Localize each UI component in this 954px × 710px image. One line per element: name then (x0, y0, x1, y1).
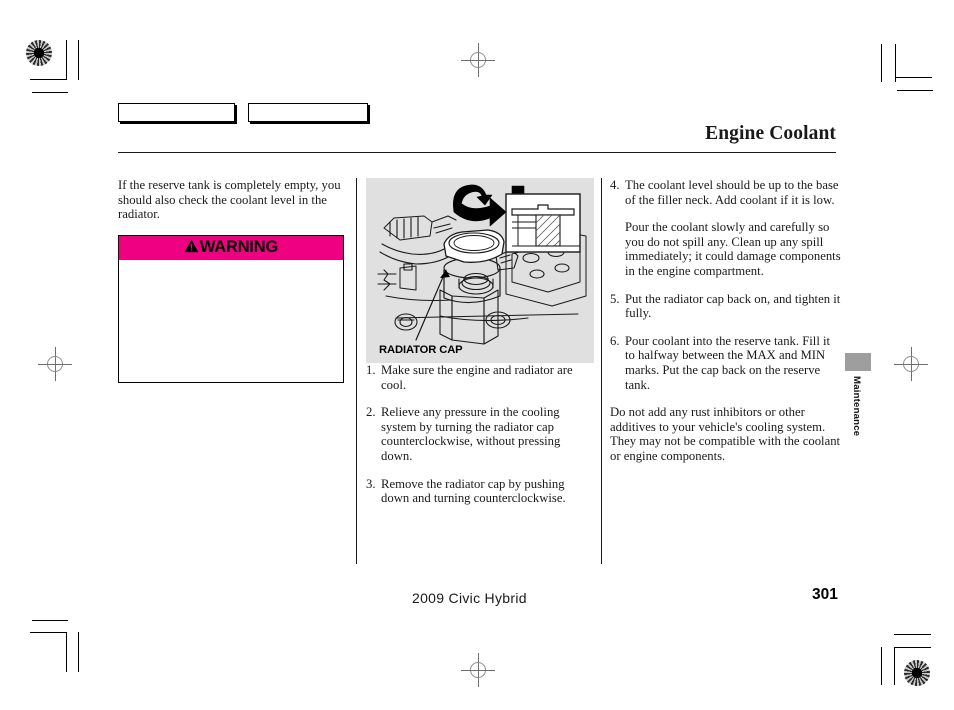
crop-mark-bottom-left-vertical-outer (78, 632, 79, 672)
step-text: Remove the radiator cap by pushing down … (381, 476, 566, 506)
step-note: Pour the coolant slowly and carefully so… (610, 220, 842, 278)
step-text: Make sure the engine and radiator are co… (381, 363, 573, 392)
closing-note: Do not add any rust inhibitors or other … (610, 405, 841, 463)
crop-mark-bottom-right-horizontal (894, 647, 931, 648)
crop-mark-bottom-right-horizontal-outer (894, 634, 931, 635)
crop-mark-bottom-left-horizontal (30, 632, 67, 633)
warning-triangle-icon (184, 239, 199, 257)
registration-crosshair-right-middle (894, 347, 928, 381)
step-item: 1. Make sure the engine and radiator are… (366, 363, 594, 392)
intro-paragraph: If the reserve tank is completely empty,… (118, 178, 341, 222)
registration-crosshair-left-middle (38, 347, 72, 381)
step-number: 3. (366, 476, 376, 491)
tab-box-1[interactable] (118, 103, 235, 122)
middle-steps-list: 1. Make sure the engine and radiator are… (366, 363, 594, 506)
crop-mark-top-left-horizontal (30, 79, 67, 80)
step-text: Pour coolant into the reserve tank. Fill… (625, 333, 831, 392)
crop-mark-top-left-vertical-outer (78, 40, 79, 80)
registration-target-top-left (26, 40, 52, 66)
step-item: 4. The coolant level should be up to the… (610, 178, 842, 207)
step-text: Relieve any pressure in the cooling syst… (381, 405, 561, 463)
registration-target-bottom-right (904, 660, 930, 686)
header-tab-boxes (118, 103, 368, 122)
tab-box-2[interactable] (248, 103, 368, 122)
footer-page-number: 301 (812, 586, 838, 603)
right-column: 4. The coolant level should be up to the… (610, 178, 842, 477)
registration-crosshair-bottom-center (461, 653, 495, 687)
left-column: If the reserve tank is completely empty,… (118, 178, 348, 384)
crop-mark-top-right-horizontal-outer (897, 90, 933, 91)
warning-box: WARNING (118, 234, 344, 384)
registration-crosshair-top-center (461, 43, 495, 77)
crop-mark-top-right-horizontal (895, 77, 932, 78)
right-steps-list: 4. The coolant level should be up to the… (610, 178, 842, 392)
illustration-caption: RADIATOR CAP (379, 344, 463, 357)
crop-mark-bottom-left-horizontal-outer (32, 620, 68, 621)
step-item: 2. Relieve any pressure in the cooling s… (366, 405, 594, 463)
crop-mark-bottom-right-vertical-outer (881, 647, 882, 685)
column-divider-right (601, 178, 602, 564)
warning-heading-text: WARNING (199, 237, 279, 256)
step-number: 5. (610, 291, 620, 306)
step-number: 1. (366, 363, 376, 377)
step-item: 3. Remove the radiator cap by pushing do… (366, 477, 594, 506)
footer-model: 2009 Civic Hybrid (412, 590, 527, 606)
side-tab-label: Maintenance (851, 376, 862, 437)
crop-mark-bottom-right-vertical (894, 647, 895, 685)
step-text: Put the radiator cap back on, and tighte… (625, 291, 841, 321)
crop-mark-top-left-vertical (66, 40, 67, 80)
step-number: 6. (610, 333, 620, 348)
side-tab-marker (845, 353, 871, 371)
crop-mark-top-right-vertical-outer (881, 44, 882, 82)
step-text: The coolant level should be up to the ba… (625, 178, 839, 207)
middle-column: RADIATOR CAP 1. Make sure the engine and… (366, 178, 594, 519)
step-note-text: Pour the coolant slowly and carefully so… (625, 220, 841, 278)
warning-heading: WARNING (119, 235, 343, 261)
crop-mark-bottom-left-vertical (66, 632, 67, 672)
step-number: 2. (366, 405, 376, 420)
crop-mark-top-left-horizontal-outer (32, 92, 68, 93)
page-title: Engine Coolant (705, 123, 836, 144)
warning-body (119, 260, 343, 382)
step-number: 4. (610, 178, 620, 192)
step-item: 5. Put the radiator cap back on, and tig… (610, 292, 842, 321)
step-item: 6. Pour coolant into the reserve tank. F… (610, 334, 842, 392)
radiator-cap-illustration: RADIATOR CAP (366, 178, 594, 363)
title-divider (118, 152, 836, 153)
column-divider-left (356, 178, 357, 564)
